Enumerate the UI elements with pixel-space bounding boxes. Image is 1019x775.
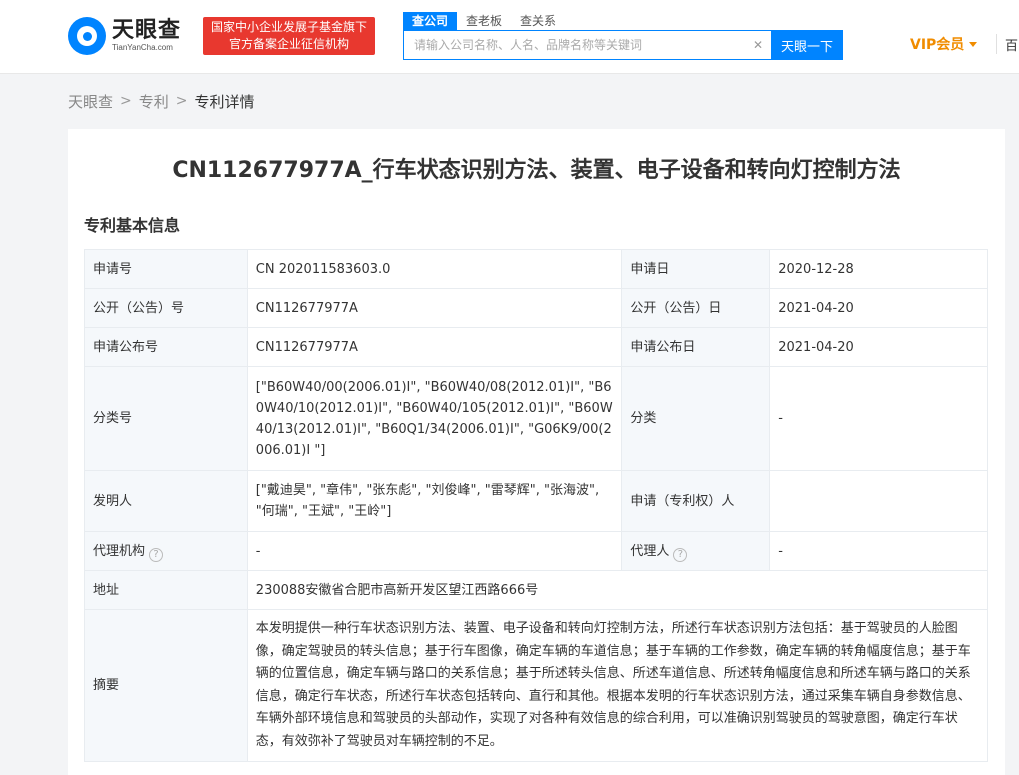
vip-menu[interactable]: VIP会员 [910,34,978,54]
abstract-label: 摘要 [84,609,248,762]
logo-domain: TianYanCha.com [112,43,173,52]
table-row: 分类号 ["B60W40/00(2006.01)I", "B60W40/08(2… [84,366,988,471]
breadcrumb: 天眼查 > 专利 > 专利详情 [68,90,255,112]
app-pub-date-label: 申请公布日 [621,327,771,367]
applicant-label: 申请（专利权）人 [621,470,771,532]
table-row: 申请公布号 CN112677977A 申请公布日 2021-04-20 [84,327,988,367]
badge-line-1: 国家中小企业发展子基金旗下 [210,20,367,34]
app-date-value: 2020-12-28 [769,249,988,289]
class-no-value: ["B60W40/00(2006.01)I", "B60W40/08(2012.… [246,366,623,471]
patent-info-table: 申请号 CN 202011583603.0 申请日 2020-12-28 公开（… [84,249,989,762]
agency-label: 代理机构 [93,543,146,559]
tab-search-relation[interactable]: 查关系 [511,12,565,30]
agent-value: - [769,531,988,571]
address-label: 地址 [84,570,248,610]
help-icon[interactable]: ? [149,547,164,562]
class-value: - [769,366,988,471]
pub-no-value: CN112677977A [246,288,623,328]
header-more-link[interactable]: 百 [1005,35,1018,54]
table-row: 公开（公告）号 CN112677977A 公开（公告）日 2021-04-20 [84,288,988,328]
pub-no-label: 公开（公告）号 [84,288,248,328]
address-value: 230088安徽省合肥市高新开发区望江西路666号 [246,570,989,610]
table-row: 地址 230088安徽省合肥市高新开发区望江西路666号 [84,570,989,610]
section-title: 专利基本信息 [84,216,181,235]
table-row: 发明人 ["戴迪昊", "章伟", "张东彪", "刘俊峰", "雷琴辉", "… [84,470,988,532]
agency-value: - [246,531,623,571]
header-divider [996,34,997,54]
inventor-value: ["戴迪昊", "章伟", "张东彪", "刘俊峰", "雷琴辉", "张海波"… [246,470,623,532]
badge-line-2: 官方备案企业征信机构 [228,37,349,51]
help-icon[interactable]: ? [673,547,688,562]
breadcrumb-home[interactable]: 天眼查 [68,91,113,112]
applicant-value [769,470,988,532]
pub-date-label: 公开（公告）日 [621,288,771,328]
tab-search-boss[interactable]: 查老板 [457,12,511,30]
app-pub-date-value: 2021-04-20 [769,327,988,367]
search-input[interactable] [404,31,744,59]
agency-label-cell: 代理机构? [84,531,248,571]
chevron-right-icon: > [120,93,132,109]
pub-date-value: 2021-04-20 [769,288,988,328]
abstract-value: 本发明提供一种行车状态识别方法、装置、电子设备和转向灯控制方法，所述行车状态识别… [246,609,989,762]
chevron-right-icon: > [175,93,188,109]
class-no-label: 分类号 [84,366,248,471]
clear-icon[interactable]: ✕ [750,37,766,53]
breadcrumb-current: 专利详情 [194,92,255,111]
tab-search-company[interactable]: 查公司 [403,12,458,30]
table-row: 申请号 CN 202011583603.0 申请日 2020-12-28 [84,249,988,289]
patent-card: CN112677977A_行车状态识别方法、装置、电子设备和转向灯控制方法 专利… [68,129,1005,775]
agent-label: 代理人 [630,543,670,559]
app-pub-no-value: CN112677977A [246,327,623,367]
eye-logo-icon [68,17,106,55]
vip-label: VIP会员 [910,37,965,53]
class-label: 分类 [621,366,771,471]
inventor-label: 发明人 [84,470,248,532]
app-no-value: CN 202011583603.0 [246,249,623,289]
top-header: 天眼查 TianYanCha.com 国家中小企业发展子基金旗下 官方备案企业征… [0,0,1019,74]
breadcrumb-patent[interactable]: 专利 [139,91,169,112]
patent-title: CN112677977A_行车状态识别方法、装置、电子设备和转向灯控制方法 [172,158,901,183]
caret-down-icon [969,41,978,47]
logo-text: 天眼查 [112,18,182,43]
table-row: 代理机构? - 代理人? - [84,531,988,571]
app-no-label: 申请号 [84,249,248,289]
search-tabs: 查公司 查老板 查关系 [403,12,565,30]
agent-label-cell: 代理人? [621,531,771,571]
search-box: ✕ 天眼一下 [403,30,843,60]
search-button[interactable]: 天眼一下 [771,30,843,60]
official-badge: 国家中小企业发展子基金旗下 官方备案企业征信机构 [203,17,375,55]
table-row: 摘要 本发明提供一种行车状态识别方法、装置、电子设备和转向灯控制方法，所述行车状… [84,609,989,762]
site-logo[interactable]: 天眼查 TianYanCha.com [68,16,181,56]
app-pub-no-label: 申请公布号 [84,327,248,367]
app-date-label: 申请日 [621,249,771,289]
